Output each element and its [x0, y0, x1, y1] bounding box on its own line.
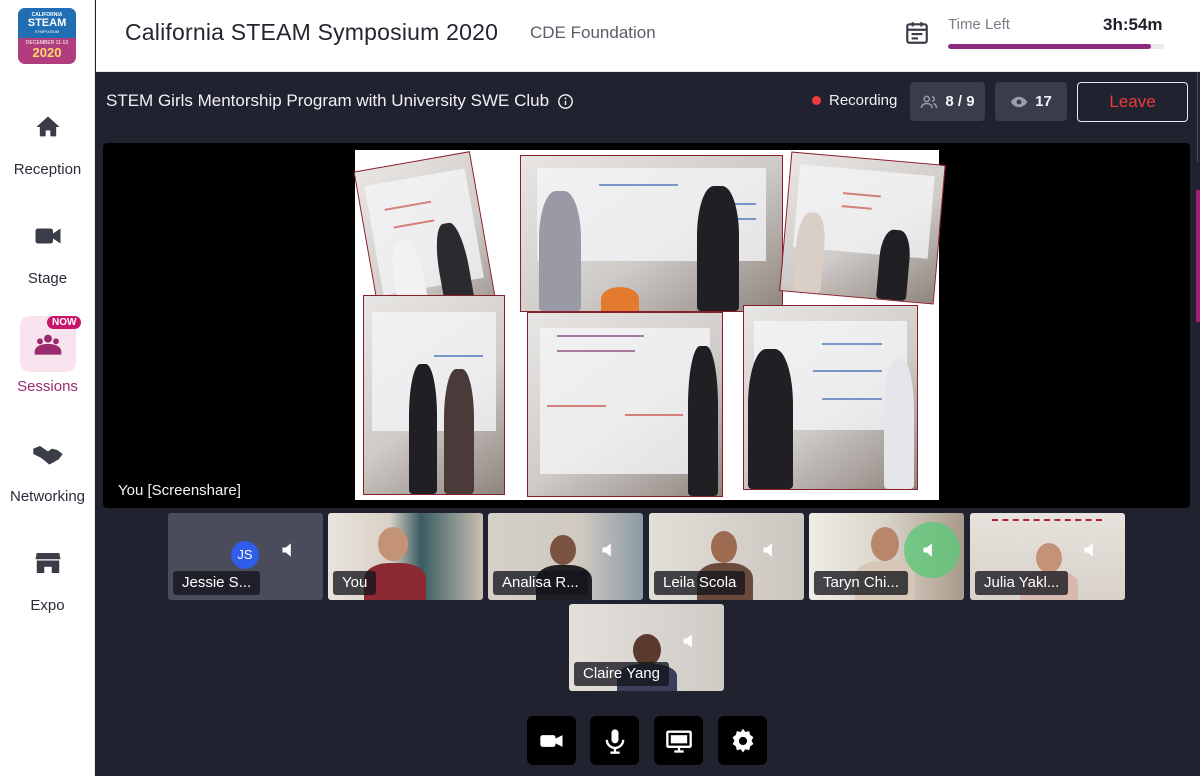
- video-camera-icon: [20, 208, 76, 264]
- participant-name: Jessie S...: [173, 571, 261, 595]
- participant-tile[interactable]: You: [328, 513, 483, 600]
- sidebar-item-stage[interactable]: Stage: [0, 208, 95, 308]
- logo-line3: SYMPOSIUM: [34, 29, 60, 34]
- sidebar-item-sessions[interactable]: NOW Sessions: [0, 316, 95, 416]
- people-icon: [921, 95, 938, 108]
- speaker-muted-icon[interactable]: [761, 540, 781, 560]
- sidebar-item-expo[interactable]: Expo: [0, 535, 95, 635]
- settings-button[interactable]: [718, 716, 767, 765]
- screenshare-caption: You [Screenshare]: [118, 482, 241, 499]
- participant-tile[interactable]: Claire Yang: [569, 604, 724, 691]
- participant-tile[interactable]: Leila Scola: [649, 513, 804, 600]
- calendar-icon[interactable]: [904, 20, 930, 46]
- sidebar-item-label: Expo: [30, 597, 65, 614]
- participant-tile[interactable]: Taryn Chi...: [809, 513, 964, 600]
- viewers-count: 17: [1035, 93, 1052, 110]
- home-icon: [20, 99, 76, 155]
- speaker-muted-icon[interactable]: [1082, 540, 1102, 560]
- leave-button[interactable]: Leave: [1077, 82, 1188, 122]
- screenshare-stage[interactable]: You [Screenshare]: [103, 143, 1190, 508]
- participant-tile[interactable]: JS Jessie S...: [168, 513, 323, 600]
- camera-button[interactable]: [527, 716, 576, 765]
- info-icon[interactable]: [557, 93, 574, 110]
- sidebar-item-label: Reception: [13, 161, 82, 178]
- sidebar-item-label: Networking: [9, 488, 86, 505]
- screenshare-content: [353, 150, 946, 500]
- sidebar-item-reception[interactable]: Reception: [0, 99, 95, 199]
- event-title: California STEAM Symposium 2020: [125, 19, 499, 45]
- participant-name: You: [333, 571, 377, 595]
- speaker-muted-icon[interactable]: [921, 540, 941, 560]
- collage-photo: [743, 305, 918, 490]
- participant-name: Analisa R...: [493, 571, 588, 595]
- side-panel-handle[interactable]: [1196, 190, 1200, 322]
- screen-share-button[interactable]: [654, 716, 703, 765]
- eye-icon: [1010, 96, 1028, 107]
- handshake-icon: [20, 426, 76, 482]
- avatar: JS: [231, 541, 259, 569]
- speaker-muted-icon[interactable]: [600, 540, 620, 560]
- participant-tile[interactable]: Julia Yakl...: [970, 513, 1125, 600]
- time-left-progress-fill: [948, 44, 1152, 49]
- sidebar-item-label: Stage: [27, 270, 68, 287]
- participant-name: Taryn Chi...: [814, 571, 908, 595]
- now-badge: NOW: [47, 316, 82, 329]
- viewers-count-button[interactable]: 17: [995, 82, 1067, 121]
- logo-band: CALIFORNIA STEAM SYMPOSIUM: [18, 8, 76, 38]
- participants-count-button[interactable]: 8 / 9: [910, 82, 985, 121]
- settings-icon: [732, 728, 753, 753]
- time-left-value: 3h:54m: [1103, 15, 1163, 34]
- recording-dot-icon: [812, 96, 821, 105]
- participants-count: 8 / 9: [945, 93, 975, 110]
- event-logo[interactable]: CALIFORNIA STEAM SYMPOSIUM DECEMBER 11-1…: [18, 8, 76, 64]
- collage-photo: [779, 151, 946, 305]
- scrollbar-track[interactable]: [1197, 72, 1198, 162]
- organizer-name[interactable]: CDE Foundation: [530, 23, 656, 43]
- collage-photo: [520, 155, 783, 312]
- collage-photo: [363, 295, 505, 495]
- participant-tile[interactable]: Analisa R...: [488, 513, 643, 600]
- sidebar: CALIFORNIA STEAM SYMPOSIUM DECEMBER 11-1…: [0, 0, 95, 776]
- participant-name: Claire Yang: [574, 662, 669, 686]
- speaker-muted-icon[interactable]: [280, 540, 300, 560]
- recording-label: Recording: [829, 92, 898, 109]
- holiday-banner: [992, 519, 1102, 533]
- participant-name: Julia Yakl...: [975, 571, 1069, 595]
- speaker-muted-icon[interactable]: [681, 631, 701, 651]
- screen-share-icon: [665, 730, 692, 753]
- recording-indicator: Recording: [812, 92, 897, 109]
- time-left-progress: [948, 44, 1164, 49]
- microphone-button[interactable]: [590, 716, 639, 765]
- time-left-label: Time Left: [948, 16, 1010, 33]
- camera-icon: [539, 734, 562, 747]
- store-icon: [20, 535, 76, 591]
- microphone-icon: [605, 728, 624, 754]
- session-title-text: STEM Girls Mentorship Program with Unive…: [106, 91, 550, 110]
- sidebar-item-networking[interactable]: Networking: [0, 426, 95, 526]
- session-title: STEM Girls Mentorship Program with Unive…: [106, 91, 574, 111]
- top-header: California STEAM Symposium 2020 CDE Foun…: [96, 0, 1200, 72]
- logo-line5: 2020: [32, 45, 62, 60]
- participant-name: Leila Scola: [654, 571, 746, 595]
- collage-photo: [527, 312, 723, 497]
- logo-line2: STEAM: [27, 17, 67, 29]
- sidebar-item-label: Sessions: [17, 378, 78, 395]
